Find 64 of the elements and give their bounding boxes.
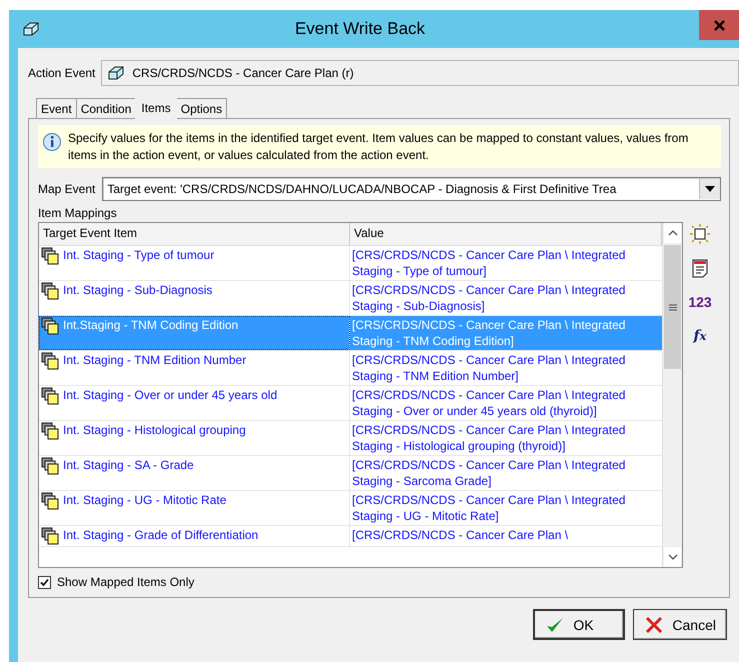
table-row[interactable]: Int. Staging - TNM Edition Number [CRS/CRDS/NCDS - Cancer Care Plan \ Integrated Staging - TNM Edition Number] xyxy=(39,351,662,386)
table-cell-text: Int. Staging - Over or under 45 years old xyxy=(63,387,278,404)
table-row[interactable]: Int. Staging - Histological grouping [CRS/CRDS/NCDS - Cancer Care Plan \ Integrated Staging - Histological grouping (thyroid)] xyxy=(39,421,662,456)
item-icon xyxy=(41,492,59,510)
table-cell: [CRS/CRDS/NCDS - Cancer Care Plan \ Integrated Staging - Over or under 45 years old (thyroid)] xyxy=(352,388,626,418)
event-icon xyxy=(106,64,126,82)
number-button[interactable]: 123 xyxy=(688,292,712,312)
checkbox-label: Show Mapped Items Only xyxy=(57,575,194,589)
scroll-down-button[interactable] xyxy=(664,547,681,567)
table-cell: [CRS/CRDS/NCDS - Cancer Care Plan \ Integrated Staging - Histological grouping (thyroid)] xyxy=(352,423,626,453)
table-row[interactable]: Int. Staging - UG - Mitotic Rate [CRS/CRDS/NCDS - Cancer Care Plan \ Integrated Staging - UG - Mitotic Rate] xyxy=(39,491,662,526)
column-header[interactable]: Target Event Item xyxy=(39,223,350,245)
tab[interactable]: Items xyxy=(135,96,177,119)
table-cell: [CRS/CRDS/NCDS - Cancer Care Plan \ Integrated Staging - UG - Mitotic Rate] xyxy=(352,493,626,523)
tab[interactable]: Event xyxy=(36,98,77,119)
item-icon xyxy=(41,422,59,440)
info-icon xyxy=(42,132,62,152)
table-cell: [CRS/CRDS/NCDS - Cancer Care Plan \ Integrated Staging - TNM Coding Edition] xyxy=(352,318,626,348)
dropdown-arrow-icon xyxy=(705,186,715,192)
field-value: CRS/CRDS/NCDS - Cancer Care Plan (r) xyxy=(132,66,354,80)
checkbox[interactable] xyxy=(38,576,51,588)
scroll-up-button[interactable] xyxy=(664,223,681,243)
table-cell: [CRS/CRDS/NCDS - Cancer Care Plan \ xyxy=(352,528,568,542)
map-event-dropdown[interactable]: Target event: 'CRS/CRDS/NCDS/DAHNO/LUCADA/NBOCAP - Diagnosis & First Definitive Trea xyxy=(102,177,721,201)
table-row[interactable]: Int. Staging - Type of tumour [CRS/CRDS/NCDS - Cancer Care Plan \ Integrated Staging - Type of tumour] xyxy=(39,246,662,281)
item-icon xyxy=(41,247,59,265)
item-icon xyxy=(41,457,59,475)
scrollbar-thumb[interactable] xyxy=(664,245,681,369)
section-label: Item Mappings xyxy=(38,206,118,220)
table-cell-text: Int. Staging - TNM Edition Number xyxy=(63,352,246,369)
tab[interactable]: Options xyxy=(176,98,228,119)
item-icon xyxy=(41,282,59,300)
table-cell: [CRS/CRDS/NCDS - Cancer Care Plan \ Integrated Staging - TNM Edition Number] xyxy=(352,353,626,383)
item-icon xyxy=(41,317,59,335)
table-cell-text: Int. Staging - Sub-Diagnosis xyxy=(63,282,212,299)
table-row[interactable]: Int. Staging - Grade of Differentiation [CRS/CRDS/NCDS - Cancer Care Plan \ xyxy=(39,526,662,547)
cross-icon xyxy=(644,614,664,634)
document-icon[interactable] xyxy=(690,258,710,278)
close-icon xyxy=(714,20,724,30)
item-icon xyxy=(41,527,59,545)
item-icon xyxy=(41,387,59,405)
field-label: Map Event xyxy=(38,182,96,196)
constant-icon[interactable] xyxy=(690,224,710,244)
chevron-up-icon xyxy=(668,230,678,236)
table-cell-text: Int. Staging - UG - Mitotic Rate xyxy=(63,492,226,509)
ok-button[interactable]: OK xyxy=(533,609,626,640)
chevron-down-icon xyxy=(668,554,678,560)
info-text: Specify values for the items in the identified target event. Item values can be mapped to constant values, values from items in the action event, or values calculated from the action event. xyxy=(68,130,690,164)
window-title: Event Write Back xyxy=(294,19,426,39)
table-row[interactable]: Int. Staging - SA - Grade [CRS/CRDS/NCDS - Cancer Care Plan \ Integrated Staging - Sarcoma Grade] xyxy=(39,456,662,491)
cancel-button[interactable]: Cancel xyxy=(633,609,727,640)
table-cell-text: Int. Staging - Histological grouping xyxy=(63,422,246,439)
table-cell-text: Int. Staging - Type of tumour xyxy=(63,247,214,264)
table-cell-text: Int. Staging - Grade of Differentiation xyxy=(63,527,258,544)
app-icon xyxy=(21,20,41,38)
table-cell: [CRS/CRDS/NCDS - Cancer Care Plan \ Integrated Staging - Sarcoma Grade] xyxy=(352,458,626,488)
table-cell-text: Int. Staging - SA - Grade xyxy=(63,457,194,474)
field-label: Action Event xyxy=(28,66,96,80)
table-cell-text: Int.Staging - TNM Coding Edition xyxy=(63,317,238,334)
table-row[interactable]: Int. Staging - Over or under 45 years old [CRS/CRDS/NCDS - Cancer Care Plan \ Integrated Staging - Over or under 45 years old (thyroid)] xyxy=(39,386,662,421)
table-cell: [CRS/CRDS/NCDS - Cancer Care Plan \ Integrated Staging - Type of tumour] xyxy=(352,248,626,278)
close-button[interactable] xyxy=(699,10,739,40)
table-cell: [CRS/CRDS/NCDS - Cancer Care Plan \ Integrated Staging - Sub-Diagnosis] xyxy=(352,283,626,313)
item-icon xyxy=(41,352,59,370)
